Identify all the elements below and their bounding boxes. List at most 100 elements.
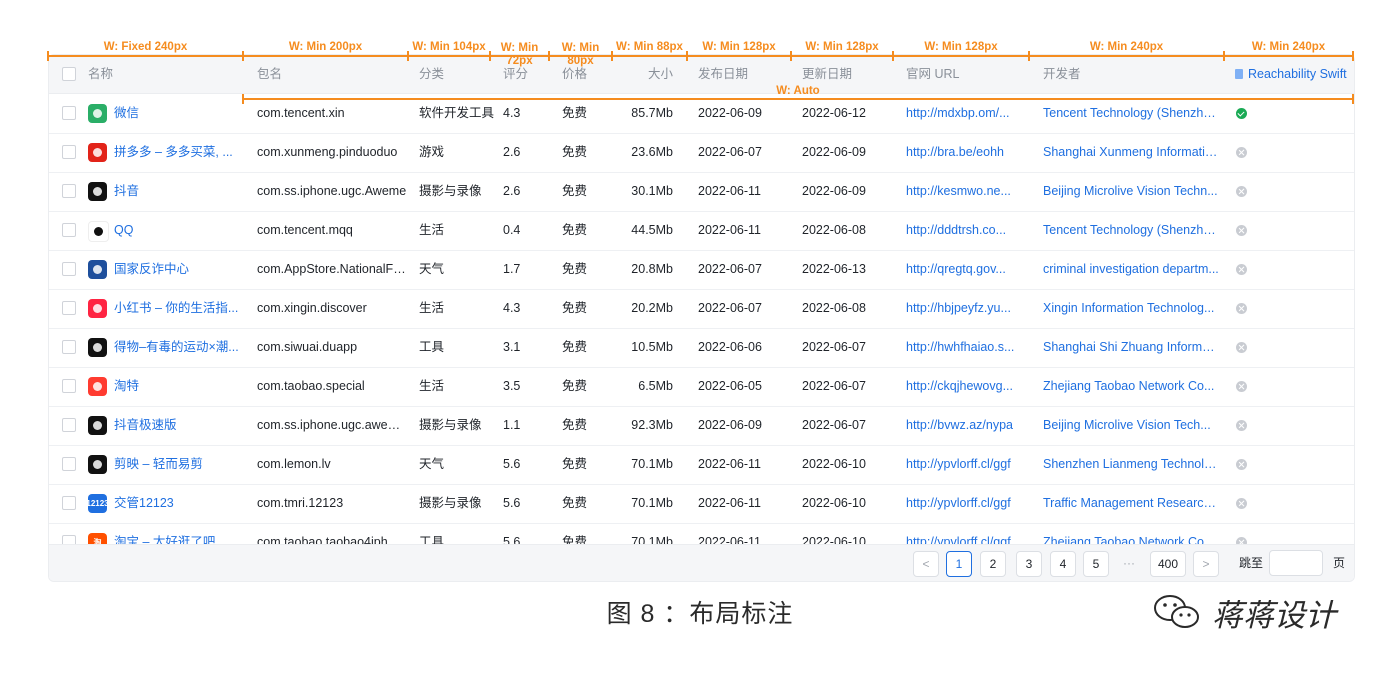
- cell-developer[interactable]: Zhejiang Taobao Network Co...: [1043, 367, 1219, 406]
- cell-developer[interactable]: Xingin Information Technolog...: [1043, 289, 1219, 328]
- cell-developer[interactable]: criminal investigation departm...: [1043, 250, 1219, 289]
- row-checkbox[interactable]: [62, 457, 76, 471]
- page-400-button[interactable]: 400: [1150, 551, 1186, 577]
- row-checkbox[interactable]: [62, 496, 76, 510]
- cell-url[interactable]: http://kesmwo.ne...: [906, 172, 1024, 211]
- cell-developer[interactable]: Traffic Management Research ...: [1043, 484, 1219, 523]
- cell-developer[interactable]: Zhejiang Taobao Network Co...: [1043, 523, 1219, 544]
- cell-price: 免费: [562, 262, 588, 276]
- cell-release-date: 2022-06-07: [698, 262, 762, 276]
- table-row[interactable]: 国家反诈中心 com.AppStore.NationalFr... 天气 1.7 免费 2…: [49, 250, 1354, 290]
- cell-app-name[interactable]: 微信: [114, 94, 244, 133]
- header-package[interactable]: 包名: [257, 55, 282, 93]
- qq-penguin-icon: [88, 221, 109, 242]
- page-3-button[interactable]: 3: [1016, 551, 1042, 577]
- close-circle-icon: [1236, 147, 1247, 158]
- row-checkbox[interactable]: [62, 301, 76, 315]
- table-row[interactable]: 剪映 – 轻而易剪 com.lemon.lv 天气 5.6 免费 70.1Mb 2022-0…: [49, 445, 1354, 485]
- row-checkbox[interactable]: [62, 535, 76, 544]
- cell-developer[interactable]: Shanghai Shi Zhuang Informat...: [1043, 328, 1219, 367]
- cell-developer[interactable]: Beijing Microlive Vision Techn...: [1043, 172, 1219, 211]
- cell-category: 工具: [419, 535, 445, 544]
- table-row[interactable]: 淘特 com.taobao.special 生活 3.5 免费 6.5Mb 2022-06-…: [49, 367, 1354, 407]
- header-release-date[interactable]: 发布日期: [698, 55, 748, 93]
- cell-app-name[interactable]: 拼多多 – 多多买菜, ...: [114, 133, 244, 172]
- cell-developer[interactable]: Tencent Technology (Shenzhe...: [1043, 94, 1219, 133]
- page-5-button[interactable]: 5: [1083, 551, 1109, 577]
- header-size[interactable]: 大小: [619, 55, 673, 93]
- cell-developer[interactable]: Beijing Microlive Vision Tech...: [1043, 406, 1219, 445]
- cell-developer[interactable]: Shenzhen Lianmeng Technolo...: [1043, 445, 1219, 484]
- cell-price: 免费: [562, 340, 588, 354]
- cell-developer[interactable]: Tencent Technology (Shenzhe...: [1043, 211, 1219, 250]
- select-all-checkbox[interactable]: [62, 67, 76, 81]
- cell-price: 免费: [562, 418, 588, 432]
- row-checkbox[interactable]: [62, 379, 76, 393]
- row-checkbox[interactable]: [62, 106, 76, 120]
- row-checkbox[interactable]: [62, 223, 76, 237]
- table-row[interactable]: 微信 com.tencent.xin 软件开发工具 4.3 免费 85.7Mb 2022-0…: [49, 94, 1354, 134]
- row-checkbox[interactable]: [62, 145, 76, 159]
- annotation-width-label: W: Min 128px: [805, 41, 879, 53]
- header-price[interactable]: 价格: [562, 55, 587, 93]
- cell-url[interactable]: http://qregtq.gov...: [906, 250, 1024, 289]
- cell-developer[interactable]: Shanghai Xunmeng Informatio...: [1043, 133, 1219, 172]
- cell-rating: 5.6: [503, 496, 521, 510]
- header-url[interactable]: 官网 URL: [906, 55, 959, 93]
- cell-rating: 1.7: [503, 262, 521, 276]
- cell-package: com.taobao.special: [257, 379, 365, 393]
- table-row[interactable]: 得物–有毒的运动×潮... com.siwuai.duapp 工具 3.1 免费 10.5…: [49, 328, 1354, 368]
- table-row[interactable]: 抖音 com.ss.iphone.ugc.Aweme 摄影与录像 2.6 免费 30.1M…: [49, 172, 1354, 212]
- annotation-width-label: W: Min 240px: [1089, 41, 1164, 53]
- prev-page-button[interactable]: <: [913, 551, 939, 577]
- cell-url[interactable]: http://bvwz.az/nypa: [906, 406, 1024, 445]
- table-row[interactable]: 小红书 – 你的生活指... com.xingin.discover 生活 4.3 免费…: [49, 289, 1354, 329]
- cell-price: 免费: [562, 535, 588, 544]
- cell-url[interactable]: http://ypvlorff.cl/ggf: [906, 484, 1024, 523]
- cell-app-name[interactable]: 抖音极速版: [114, 406, 244, 445]
- pagination-ellipsis[interactable]: ···: [1123, 551, 1135, 575]
- next-page-button[interactable]: >: [1193, 551, 1219, 577]
- jump-to-page-input[interactable]: [1269, 550, 1323, 576]
- cell-package: com.AppStore.NationalFr...: [257, 262, 407, 276]
- cell-app-name[interactable]: 淘特: [114, 367, 244, 406]
- row-checkbox[interactable]: [62, 340, 76, 354]
- table-row[interactable]: QQ com.tencent.mqq 生活 0.4 免费 44.5Mb 2022-06-11…: [49, 211, 1354, 251]
- page-4-button[interactable]: 4: [1050, 551, 1076, 577]
- table-row[interactable]: 抖音极速版 com.ss.iphone.ugc.awem... 摄影与录像 1.1 免费…: [49, 406, 1354, 446]
- header-category[interactable]: 分类: [419, 55, 444, 93]
- header-update-date[interactable]: 更新日期: [802, 55, 852, 93]
- header-developer[interactable]: 开发者: [1043, 55, 1081, 93]
- header-name[interactable]: 名称: [88, 55, 113, 93]
- table-row[interactable]: 拼多多 – 多多买菜, ... com.xunmeng.pinduoduo 游戏 2.…: [49, 133, 1354, 173]
- page-1-button[interactable]: 1: [946, 551, 972, 577]
- cell-url[interactable]: http://hwhfhaiao.s...: [906, 328, 1024, 367]
- cell-app-name[interactable]: 剪映 – 轻而易剪: [114, 445, 244, 484]
- cell-url[interactable]: http://mdxbp.om/...: [906, 94, 1024, 133]
- header-reachability[interactable]: Reachability Swift: [1235, 55, 1347, 93]
- cell-app-name[interactable]: 交管12123: [114, 484, 244, 523]
- cell-app-name[interactable]: 淘宝 – 太好逛了吧: [114, 523, 244, 544]
- row-checkbox[interactable]: [62, 418, 76, 432]
- page-2-button[interactable]: 2: [980, 551, 1006, 577]
- cell-price: 免费: [562, 184, 588, 198]
- row-checkbox[interactable]: [62, 262, 76, 276]
- cell-app-name[interactable]: 小红书 – 你的生活指...: [114, 289, 244, 328]
- row-checkbox[interactable]: [62, 184, 76, 198]
- cell-app-name[interactable]: QQ: [114, 211, 244, 250]
- table-row[interactable]: 淘 淘宝 – 太好逛了吧 com.taobao.taobao4iphone 工具 5.6…: [49, 523, 1354, 544]
- cell-url[interactable]: http://hbjpeyfz.yu...: [906, 289, 1024, 328]
- cell-release-date: 2022-06-11: [698, 496, 762, 510]
- header-rating[interactable]: 评分: [503, 55, 528, 93]
- cell-app-name[interactable]: 抖音: [114, 172, 244, 211]
- cell-url[interactable]: http://bra.be/eohh: [906, 133, 1024, 172]
- table-row[interactable]: 12123 交管12123 com.tmri.12123 摄影与录像 5.6 免费 70.1…: [49, 484, 1354, 524]
- cell-update-date: 2022-06-08: [802, 301, 866, 315]
- cell-url[interactable]: http://ypvlorff.cl/ggf: [906, 445, 1024, 484]
- cell-url[interactable]: http://dddtrsh.co...: [906, 211, 1024, 250]
- cell-url[interactable]: http://ypvlorff.cl/ggf: [906, 523, 1024, 544]
- cell-app-name[interactable]: 得物–有毒的运动×潮...: [114, 328, 244, 367]
- cell-url[interactable]: http://ckqjhewovg...: [906, 367, 1024, 406]
- cell-update-date: 2022-06-09: [802, 145, 866, 159]
- cell-app-name[interactable]: 国家反诈中心: [114, 250, 244, 289]
